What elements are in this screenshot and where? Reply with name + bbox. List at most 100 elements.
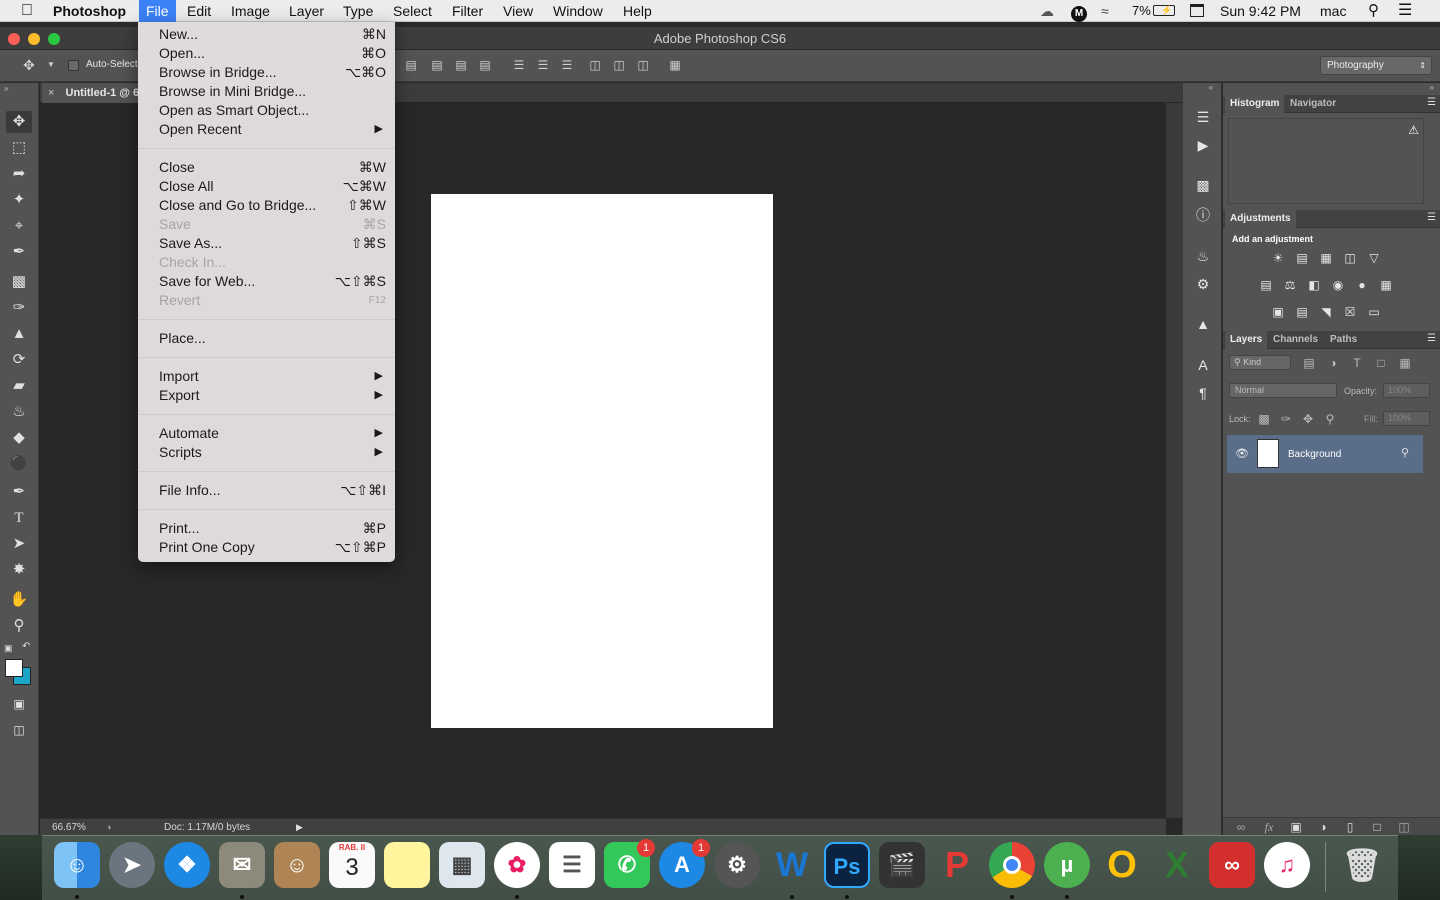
- hue-saturation-icon[interactable]: ▤: [1258, 278, 1274, 292]
- actions-panel-icon[interactable]: ▶: [1193, 135, 1213, 155]
- excel-icon[interactable]: X: [1154, 842, 1200, 888]
- healing-brush-tool-icon[interactable]: ▩: [6, 271, 32, 293]
- safari-icon[interactable]: ❖: [164, 842, 210, 888]
- menu-type[interactable]: Type: [336, 0, 380, 22]
- menu-item-print-one-copy[interactable]: Print One Copy ⌥⇧⌘P: [138, 538, 395, 557]
- menu-item-export[interactable]: Export ▶: [138, 386, 395, 405]
- invert-icon[interactable]: ▣: [1270, 305, 1286, 319]
- menu-layer[interactable]: Layer: [282, 0, 331, 22]
- histogram-warning-icon[interactable]: ⚠: [1408, 123, 1419, 137]
- clone-stamp-tool-icon[interactable]: ▲: [6, 323, 32, 345]
- filter-shape-icon[interactable]: □: [1373, 356, 1389, 370]
- fill-field[interactable]: 100%: [1383, 411, 1430, 426]
- new-layer-icon[interactable]: □: [1369, 820, 1385, 834]
- menu-item-save-as[interactable]: Save As... ⇧⌘S: [138, 234, 395, 253]
- menu-item-scripts[interactable]: Scripts ▶: [138, 443, 395, 462]
- itunes-icon[interactable]: ♫: [1264, 842, 1310, 888]
- expand-panels-icon[interactable]: «: [1209, 83, 1213, 92]
- clock[interactable]: Sun 9:42 PM: [1220, 0, 1301, 22]
- auto-align-layers-icon[interactable]: ▦: [668, 58, 682, 72]
- menu-item-open[interactable]: Open... ⌘O: [138, 44, 395, 63]
- layer-visibility-eye-icon[interactable]: 👁: [1235, 447, 1249, 460]
- menu-item-import[interactable]: Import ▶: [138, 367, 395, 386]
- align-bottom-icon[interactable]: ▤: [454, 58, 468, 72]
- 3d-panel-icon[interactable]: ▩: [1193, 175, 1213, 195]
- filter-type-icon[interactable]: T: [1349, 356, 1365, 370]
- creative-cloud-app-icon[interactable]: ∞: [1209, 842, 1255, 888]
- crop-tool-icon[interactable]: ⌖: [6, 215, 32, 237]
- finder-icon[interactable]: ☺: [54, 842, 100, 888]
- menu-item-save-for-web[interactable]: Save for Web... ⌥⇧⌘S: [138, 272, 395, 291]
- history-brush-tool-icon[interactable]: ⟳: [6, 349, 32, 371]
- menu-select[interactable]: Select: [386, 0, 439, 22]
- magic-wand-tool-icon[interactable]: ✦: [6, 189, 32, 211]
- notes-icon[interactable]: [384, 842, 430, 888]
- system-preferences-icon[interactable]: ⚙: [714, 842, 760, 888]
- move-tool-preset-icon[interactable]: ✥: [22, 58, 36, 72]
- delete-layer-icon[interactable]: ◫: [1396, 820, 1412, 834]
- document-canvas[interactable]: [431, 194, 773, 728]
- layer-row-background[interactable]: 👁 Background ⚲: [1227, 435, 1423, 473]
- menu-filter[interactable]: Filter: [445, 0, 490, 22]
- threshold-icon[interactable]: ◥: [1318, 305, 1334, 319]
- gradient-map-icon[interactable]: ▭: [1366, 305, 1382, 319]
- lasso-tool-icon[interactable]: ➦: [6, 163, 32, 185]
- calendar-menu-icon[interactable]: [1190, 0, 1204, 22]
- new-group-icon[interactable]: ▯: [1342, 820, 1358, 834]
- menu-item-automate[interactable]: Automate ▶: [138, 424, 395, 443]
- character-panel-icon[interactable]: A: [1193, 355, 1213, 375]
- wps-presentation-icon[interactable]: P: [934, 842, 980, 888]
- menu-item-open-as-smart-object[interactable]: Open as Smart Object...: [138, 101, 395, 120]
- opacity-field[interactable]: 100%: [1383, 383, 1430, 398]
- menu-item-place[interactable]: Place...: [138, 329, 395, 348]
- distribute-left-icon[interactable]: ◫: [588, 58, 602, 72]
- selective-color-icon[interactable]: ☒: [1342, 305, 1358, 319]
- info-panel-icon[interactable]: ⓘ: [1193, 205, 1213, 225]
- filter-pixel-icon[interactable]: ▤: [1301, 356, 1317, 370]
- menu-edit[interactable]: Edit: [180, 0, 218, 22]
- move-tool-icon[interactable]: ✥: [6, 111, 32, 133]
- histogram-panel-menu-icon[interactable]: ☰: [1427, 97, 1436, 108]
- menu-item-new[interactable]: New... ⌘N: [138, 25, 395, 44]
- auto-select-checkbox[interactable]: [68, 60, 79, 71]
- status-info-arrow-icon[interactable]: ▶: [296, 822, 303, 833]
- trash-icon[interactable]: 🗑: [1339, 842, 1385, 888]
- brush-tool-icon[interactable]: ✑: [6, 297, 32, 319]
- adjustments-panel-menu-icon[interactable]: ☰: [1427, 212, 1436, 223]
- preview-icon[interactable]: ▦: [439, 842, 485, 888]
- photoshop-icon[interactable]: Ps: [824, 842, 870, 888]
- wifi-icon[interactable]: ≈: [1101, 0, 1109, 22]
- menu-item-open-recent[interactable]: Open Recent ▶: [138, 120, 395, 139]
- lock-image-icon[interactable]: ✑: [1278, 412, 1294, 426]
- mail-icon[interactable]: ✉: [219, 842, 265, 888]
- collapse-panels-icon[interactable]: »: [1430, 83, 1434, 92]
- app-store-icon[interactable]: A1: [659, 839, 710, 888]
- distribute-horizontal-center-icon[interactable]: ◫: [612, 58, 626, 72]
- facetime-icon[interactable]: ✆ 1: [604, 839, 655, 888]
- document-tab[interactable]: × Untitled-1 @ 6: [42, 83, 146, 103]
- blend-mode-select[interactable]: Normal: [1229, 383, 1337, 398]
- color-lookup-icon[interactable]: ▦: [1378, 278, 1394, 292]
- user-name[interactable]: mac: [1320, 0, 1346, 22]
- new-adjustment-layer-icon[interactable]: ◑: [1315, 820, 1331, 834]
- add-mask-icon[interactable]: ▣: [1288, 820, 1304, 834]
- workspace-switcher[interactable]: Photography ⇕: [1320, 56, 1432, 75]
- layer-locked-icon[interactable]: ⚲: [1401, 446, 1409, 459]
- eyedropper-tool-icon[interactable]: ✒: [6, 241, 32, 263]
- apple-menu-icon[interactable]: : [14, 0, 40, 22]
- lock-position-icon[interactable]: ✥: [1300, 412, 1316, 426]
- vertical-scrollbar[interactable]: [1166, 103, 1182, 818]
- clone-source-panel-icon[interactable]: ▲: [1193, 314, 1213, 334]
- layer-style-icon[interactable]: fx: [1261, 820, 1277, 834]
- menu-item-print[interactable]: Print... ⌘P: [138, 519, 395, 538]
- menu-file[interactable]: File: [139, 0, 176, 22]
- channel-mixer-icon[interactable]: ●: [1354, 278, 1370, 292]
- levels-icon[interactable]: ▤: [1294, 251, 1310, 265]
- collapse-tools-icon[interactable]: »: [4, 84, 8, 93]
- tab-navigator[interactable]: Navigator: [1285, 95, 1341, 113]
- vibrance-icon[interactable]: ▽: [1366, 251, 1382, 265]
- menu-item-browse-in-bridge[interactable]: Browse in Bridge... ⌥⌘O: [138, 63, 395, 82]
- menu-view[interactable]: View: [496, 0, 540, 22]
- photos-icon[interactable]: ✿: [494, 842, 540, 888]
- layers-panel-menu-icon[interactable]: ☰: [1427, 333, 1436, 344]
